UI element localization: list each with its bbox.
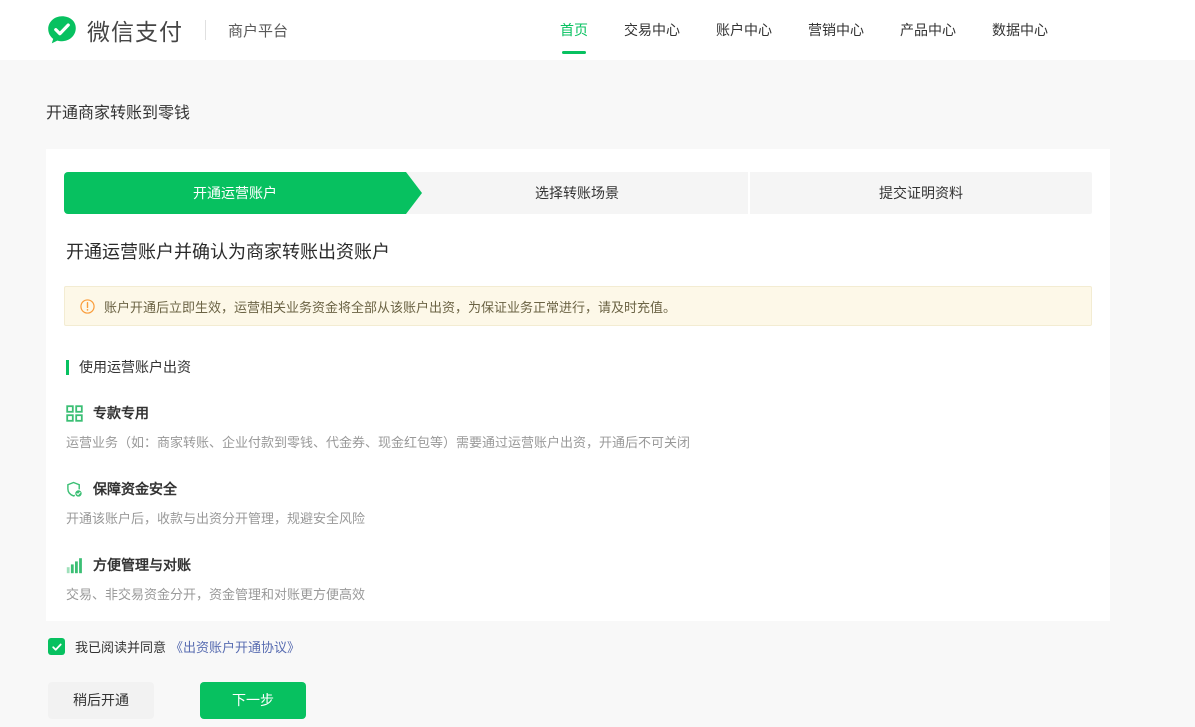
action-buttons: 稍后开通 下一步 (48, 682, 1195, 719)
shield-check-icon (66, 481, 83, 498)
feature-fund-safety: 保障资金安全 开通该账户后，收款与出资分开管理，规避安全风险 (66, 479, 1092, 527)
nav-item-account-center[interactable]: 账户中心 (716, 20, 772, 40)
next-step-button[interactable]: 下一步 (200, 682, 306, 719)
brand-divider (205, 20, 206, 40)
nav-item-transaction-center[interactable]: 交易中心 (624, 20, 680, 40)
feature-dedicated-funds: 专款专用 运营业务（如：商家转账、企业付款到零钱、代金券、现金红包等）需要通过运… (66, 403, 1092, 451)
grid-icon (66, 405, 83, 422)
check-icon (51, 641, 63, 653)
feature-easy-reconciliation: 方便管理与对账 交易、非交易资金分开，资金管理和对账更方便高效 (66, 555, 1092, 603)
nav-item-home[interactable]: 首页 (560, 20, 588, 40)
agreement-text: 我已阅读并同意 (75, 637, 166, 656)
warning-circle-icon (80, 299, 95, 314)
main-card: 开通运营账户 选择转账场景 提交证明资料 开通运营账户并确认为商家转账出资账户 … (46, 149, 1110, 621)
open-later-button[interactable]: 稍后开通 (48, 682, 154, 719)
agreement-checkbox[interactable] (48, 638, 65, 655)
warning-notice: 账户开通后立即生效，运营相关业务资金将全部从该账户出资，为保证业务正常进行，请及… (64, 286, 1092, 326)
nav-item-product-center[interactable]: 产品中心 (900, 20, 956, 40)
feature-desc: 开通该账户后，收款与出资分开管理，规避安全风险 (66, 508, 1092, 527)
nav-item-marketing-center[interactable]: 营销中心 (808, 20, 864, 40)
agreement-row: 我已阅读并同意 《出资账户开通协议》 (48, 637, 1195, 656)
wechat-pay-logo-icon (46, 14, 78, 46)
warning-notice-text: 账户开通后立即生效，运营相关业务资金将全部从该账户出资，为保证业务正常进行，请及… (104, 297, 676, 316)
section-heading: 开通运营账户并确认为商家转账出资账户 (66, 238, 1092, 264)
step-indicator: 开通运营账户 选择转账场景 提交证明资料 (64, 172, 1092, 214)
subsection-title: 使用运营账户出资 (66, 360, 1092, 375)
top-header: 微信支付 商户平台 首页 交易中心 账户中心 营销中心 产品中心 数据中心 (0, 0, 1195, 60)
step-submit-proof: 提交证明资料 (750, 172, 1092, 214)
feature-title: 保障资金安全 (93, 479, 177, 499)
feature-desc: 运营业务（如：商家转账、企业付款到零钱、代金券、现金红包等）需要通过运营账户出资… (66, 432, 1092, 451)
feature-title: 方便管理与对账 (93, 555, 191, 575)
main-nav: 首页 交易中心 账户中心 营销中心 产品中心 数据中心 (560, 0, 1048, 60)
feature-title: 专款专用 (93, 403, 149, 423)
agreement-link[interactable]: 《出资账户开通协议》 (170, 637, 300, 656)
step-select-transfer-scene: 选择转账场景 (406, 172, 748, 214)
feature-desc: 交易、非交易资金分开，资金管理和对账更方便高效 (66, 584, 1092, 603)
step-open-operating-account: 开通运营账户 (64, 172, 406, 214)
nav-item-data-center[interactable]: 数据中心 (992, 20, 1048, 40)
platform-label: 商户平台 (228, 20, 288, 41)
brand-name: 微信支付 (87, 13, 183, 47)
page-title: 开通商家转账到零钱 (0, 60, 1195, 123)
bar-chart-icon (66, 557, 83, 574)
brand[interactable]: 微信支付 (46, 13, 183, 47)
